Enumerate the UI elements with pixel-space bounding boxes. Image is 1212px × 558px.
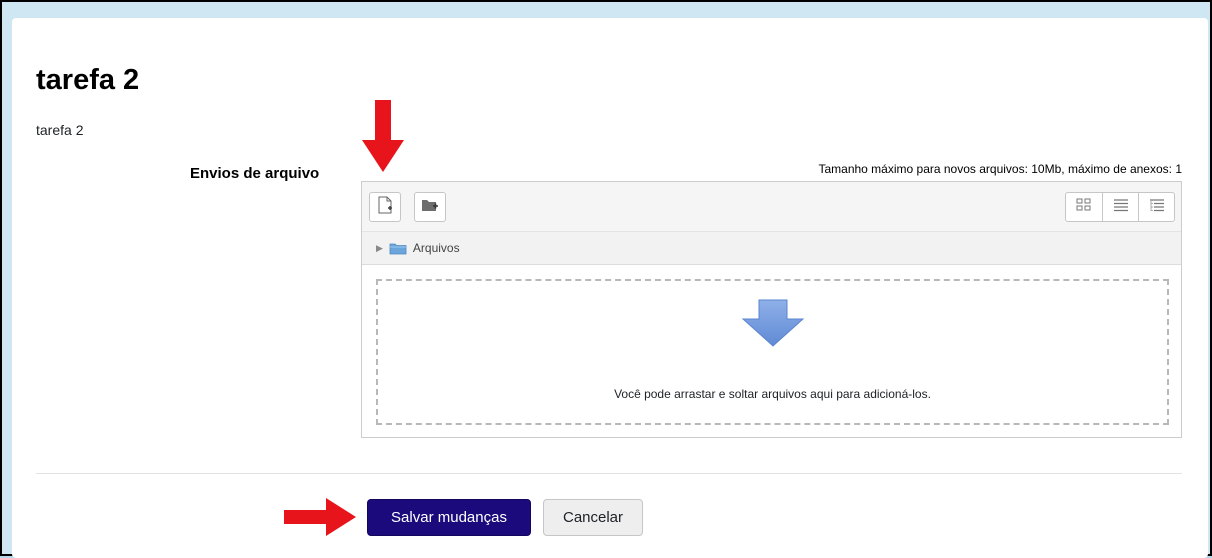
folder-path-label[interactable]: Arquivos — [413, 241, 460, 255]
annotation-arrow-right-icon — [284, 498, 356, 541]
drop-arrow-icon — [741, 299, 805, 352]
save-changes-button[interactable]: Salvar mudanças — [367, 499, 531, 536]
create-folder-button[interactable] — [414, 192, 446, 222]
add-file-button[interactable] — [369, 192, 401, 222]
add-file-icon — [377, 196, 393, 219]
annotation-arrow-down-icon — [362, 100, 404, 177]
list-view-button[interactable] — [1102, 193, 1138, 221]
folder-path-bar: ▶ Arquivos — [362, 232, 1181, 265]
cancel-button[interactable]: Cancelar — [543, 499, 643, 536]
file-manager-toolbar — [362, 182, 1181, 232]
folder-icon — [389, 242, 407, 255]
create-folder-icon — [421, 197, 439, 218]
upload-limits-text: Tamanho máximo para novos arquivos: 10Mb… — [818, 162, 1182, 176]
grid-view-button[interactable] — [1066, 193, 1102, 221]
tree-view-icon — [1149, 198, 1165, 217]
dropzone-instructions: Você pode arrastar e soltar arquivos aqu… — [614, 387, 931, 401]
file-dropzone[interactable]: Você pode arrastar e soltar arquivos aqu… — [376, 279, 1169, 425]
list-view-icon — [1113, 198, 1129, 217]
form-divider — [36, 473, 1182, 474]
file-submissions-label: Envios de arquivo — [190, 165, 320, 182]
page-title: tarefa 2 — [36, 64, 140, 96]
expand-caret-icon[interactable]: ▶ — [376, 243, 383, 254]
grid-view-icon — [1076, 198, 1092, 217]
tree-view-button[interactable] — [1138, 193, 1174, 221]
view-switcher — [1065, 192, 1175, 222]
file-manager: ▶ Arquivos Você pode arrastar e soltar a… — [361, 181, 1182, 438]
assignment-description: tarefa 2 — [36, 122, 84, 138]
